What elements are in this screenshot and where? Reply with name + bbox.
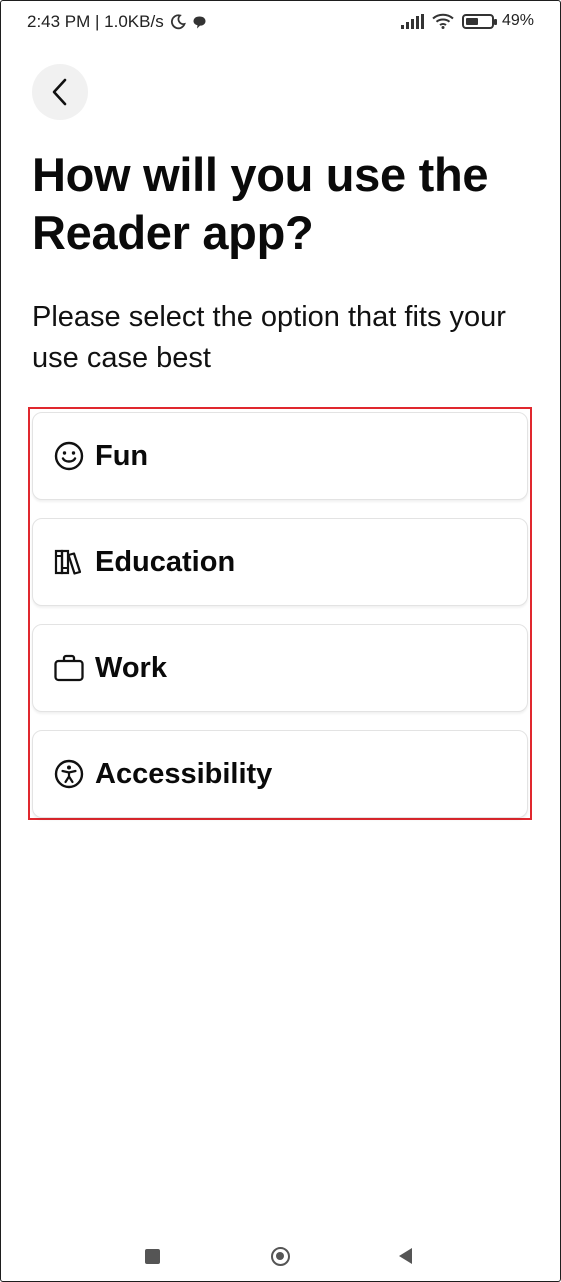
status-bar: 2:43 PM | 1.0KB/s 49% (0, 0, 561, 44)
page-subtitle: Please select the option that fits your … (32, 301, 506, 374)
triangle-back-icon[interactable] (399, 1248, 412, 1264)
battery-fill (465, 17, 478, 25)
briefcase-icon (53, 652, 85, 684)
option-accessibility[interactable]: Accessibility (32, 730, 528, 818)
books-icon (53, 546, 85, 578)
status-left: 2:43 PM | 1.0KB/s (27, 12, 207, 32)
option-education[interactable]: Education (32, 518, 528, 606)
accessibility-icon (53, 758, 85, 790)
smiley-icon (53, 440, 85, 472)
moon-icon (170, 14, 186, 30)
status-right: 49% (400, 12, 534, 30)
page-title: How will you use the Reader app? (32, 148, 489, 259)
battery-percent: 49% (501, 12, 534, 29)
square-icon[interactable] (145, 1249, 160, 1264)
option-label: Fun (95, 439, 149, 472)
chat-bubble-icon (193, 16, 206, 28)
chevron-left-icon (52, 78, 67, 106)
option-label: Accessibility (95, 757, 273, 790)
option-work[interactable]: Work (32, 624, 528, 712)
status-time-speed: 2:43 PM | 1.0KB/s (27, 12, 164, 31)
option-label: Work (95, 651, 167, 684)
signal-icon (400, 13, 424, 29)
circle-icon[interactable] (271, 1247, 290, 1266)
back-button[interactable] (32, 64, 88, 120)
option-fun[interactable]: Fun (32, 412, 528, 500)
wifi-icon (432, 13, 454, 29)
system-nav-bar (0, 1232, 561, 1282)
battery-icon (461, 13, 497, 29)
option-label: Education (95, 545, 236, 578)
